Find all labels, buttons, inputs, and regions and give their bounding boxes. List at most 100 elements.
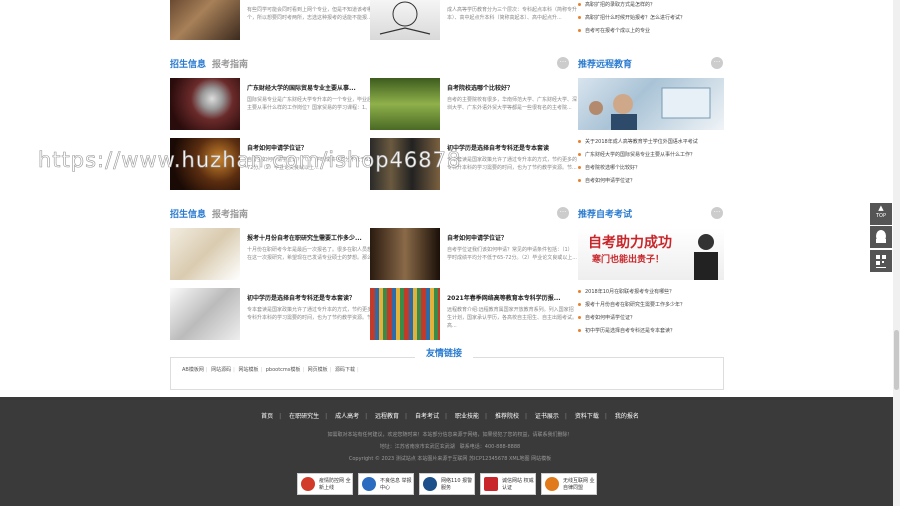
list-item[interactable]: 高职扩招什么时候开始报考？怎么进行考试？ bbox=[578, 12, 724, 25]
scrollbar[interactable] bbox=[893, 0, 900, 506]
online-class-banner[interactable] bbox=[578, 78, 724, 130]
books-thumb[interactable] bbox=[370, 288, 440, 340]
article-thumb[interactable] bbox=[170, 0, 240, 40]
scroll-thumb[interactable] bbox=[894, 330, 899, 390]
footer-contact: 地址：江苏省南京市玄武区玄武湖 联系电话：400-888-8888 bbox=[379, 444, 521, 450]
report-icon bbox=[362, 477, 376, 491]
study-thumb[interactable] bbox=[370, 228, 440, 280]
article-desc: 自考学位证我们该如何申请？常见的申请条件包括：（1）学时成绩平均分不低于65-7… bbox=[447, 247, 577, 261]
more-icon[interactable]: ··· bbox=[711, 57, 723, 69]
self-exam-banner[interactable]: 自考助力成功 寒门也能出贵子！ bbox=[578, 228, 724, 280]
footer-link[interactable]: 首页 bbox=[261, 413, 273, 420]
links-row: AB模板网 | 网站源码 | 网站模板 | pbootcms模板 | 网页模板 | 源码下… bbox=[182, 367, 359, 373]
qrcode-button[interactable] bbox=[870, 250, 892, 272]
badge-epidemic[interactable]: 疫情防控网 全新上线 bbox=[297, 473, 353, 495]
friend-link[interactable]: 网页模板 bbox=[308, 367, 328, 373]
watermark-text: https://www.huzhan.com/ishop46878 bbox=[38, 148, 462, 173]
article-desc: 远程教育介绍:远程教育属国家开放教育系列。列入国家招生计划，国家承认学历，各高校… bbox=[447, 307, 577, 329]
badge-report[interactable]: 不良信息 举报中心 bbox=[358, 473, 414, 495]
list-item[interactable]: 广东财经大学的国际贸易专业主要从事什么工作？ bbox=[578, 149, 724, 162]
glasses-thumb[interactable] bbox=[170, 228, 240, 280]
tab-guide[interactable]: 报考指南 bbox=[212, 210, 248, 220]
links-title: 友情链接 bbox=[415, 346, 473, 359]
badge-police[interactable]: 网络110 报警服务 bbox=[419, 473, 475, 495]
article-desc: 成人高等学历教育分为三个层次：专科起点本科（简称专升本）、高中起点升本科（简称高… bbox=[447, 7, 577, 21]
right-title-text[interactable]: 推荐远程教育 bbox=[578, 60, 632, 70]
list-item[interactable]: 初中学历是选择自考专科还是专本套读？ bbox=[578, 325, 724, 338]
list-item[interactable]: 自考可在报考个成以上的专业 bbox=[578, 25, 724, 38]
badge-label: 疫情防控网 全新上线 bbox=[319, 478, 351, 491]
article-title[interactable]: 自考如何申请学位证？ bbox=[447, 233, 579, 242]
footer-notice: 如需取对本站有任何建议，欢迎您随时来！本站部分信息来源于网络，如果侵犯了您的权益… bbox=[327, 432, 573, 438]
qq-button[interactable] bbox=[870, 226, 892, 248]
banner-subline: 寒门也能出贵子！ bbox=[592, 255, 665, 265]
friend-link[interactable]: pbootcms模板 bbox=[266, 367, 301, 373]
footer-link[interactable]: 职业技能 bbox=[455, 413, 479, 420]
article-title[interactable]: 2021年春季网络高等教育本专科学历报... bbox=[447, 293, 579, 302]
footer-link[interactable]: 自考考试 bbox=[415, 413, 439, 420]
friend-link[interactable]: 网站模板 bbox=[238, 367, 258, 373]
qq-icon bbox=[876, 230, 886, 243]
friend-link[interactable]: 网站源码 bbox=[211, 367, 231, 373]
right-section-title: 推荐自考考试 bbox=[578, 207, 632, 220]
list-item[interactable]: 报考十月份自考在职研究生需要工作多少年？ bbox=[578, 299, 724, 312]
remote-edu-list: 关于2018年成人高等教育学士学位外国语水平考试 广东财经大学的国际贸易专业主要… bbox=[578, 136, 724, 188]
list-item[interactable]: 2018年10月在职联考报考专业有哪些？ bbox=[578, 286, 724, 299]
section-tabs: 招生信息 报考指南 bbox=[170, 57, 248, 70]
page: { "watermark": "https://www.huzhan.com/i… bbox=[0, 0, 900, 506]
article-desc: 有些同学可能会同时看到上网个专业，但是不知道该考哪个，所以想要同时考两所，志选这… bbox=[247, 7, 373, 21]
classroom-icon bbox=[589, 87, 711, 130]
back-to-top-button[interactable]: ▲ TOP bbox=[870, 203, 892, 225]
footer: 首页 | 在职研究生 | 成人高考 | 远程教育 | 自考考试 | 职业技能 | 推荐院校 |… bbox=[0, 397, 900, 506]
article-title[interactable]: 报考十月份自考在职研究生需要工作多少... bbox=[247, 233, 379, 242]
links-box bbox=[170, 357, 724, 390]
footer-link[interactable]: 在职研究生 bbox=[289, 413, 319, 420]
more-icon[interactable]: ··· bbox=[557, 57, 569, 69]
badge-trust[interactable]: 诚信网站 权威认证 bbox=[480, 473, 536, 495]
notebook-thumb[interactable] bbox=[170, 288, 240, 340]
emblem-icon bbox=[301, 477, 315, 491]
more-icon[interactable]: ··· bbox=[711, 207, 723, 219]
tab-admission[interactable]: 招生信息 bbox=[170, 210, 206, 220]
article-title[interactable]: 初中学历是选择自考专科还是专本套读 bbox=[447, 143, 579, 152]
article-desc: 国际贸易专业是广东财经大学专升本的一个专业，毕业后就主要从事什么样的工作岗位？国… bbox=[247, 97, 377, 111]
badge-label: 诚信网站 权威认证 bbox=[502, 478, 534, 491]
footer-link[interactable]: 远程教育 bbox=[375, 413, 399, 420]
list-item[interactable]: 自考如何申请学位证？ bbox=[578, 312, 724, 325]
footer-nav: 首页 | 在职研究生 | 成人高考 | 远程教育 | 自考考试 | 职业技能 | 推荐院校 |… bbox=[261, 413, 639, 420]
footer-copyright: Copyright © 2023 测试站点 本站图片来源于互联网 苏ICP123… bbox=[348, 456, 552, 462]
qrcode-icon bbox=[876, 255, 886, 268]
forest-thumb[interactable] bbox=[370, 78, 440, 130]
article-title[interactable]: 广东财经大学的国际贸易专业主要从事... bbox=[247, 83, 379, 92]
tab-admission[interactable]: 招生信息 bbox=[170, 60, 206, 70]
list-item[interactable]: 高职扩招的录取方式是怎样的？ bbox=[578, 0, 724, 12]
right-section-title: 推荐远程教育 bbox=[578, 57, 632, 70]
more-icon[interactable]: ··· bbox=[557, 207, 569, 219]
friend-link[interactable]: AB模板网 bbox=[182, 367, 204, 373]
section-tabs: 招生信息 报考指南 bbox=[170, 207, 248, 220]
badge-wireless[interactable]: 无线互联网 业自律同盟 bbox=[541, 473, 597, 495]
article-desc: 专本套读是国家政策允许了通过专升本的方式，节约更多的专科升本科的学习需要的时间，… bbox=[247, 307, 377, 321]
badge-label: 网络110 报警服务 bbox=[441, 478, 473, 491]
trust-icon bbox=[484, 477, 498, 491]
footer-link[interactable]: 资料下载 bbox=[575, 413, 599, 420]
friend-link[interactable]: 源码下载 bbox=[335, 367, 355, 373]
article-thumb[interactable] bbox=[370, 0, 440, 40]
laptop-thumb[interactable] bbox=[170, 78, 240, 130]
footer-link[interactable]: 证书展示 bbox=[535, 413, 559, 420]
list-item[interactable]: 关于2018年成人高等教育学士学位外国语水平考试 bbox=[578, 136, 724, 149]
article-title[interactable]: 初中学历是选择自考专科还是专本套读？ bbox=[247, 293, 379, 302]
article-desc: 十月份在职研考今年是最后一次报名了。很多在职人员想要在这一次报研究，希望现在已发… bbox=[247, 247, 377, 261]
book-sketch-icon bbox=[379, 1, 431, 35]
article-title[interactable]: 自考院校选哪个比较好？ bbox=[447, 83, 579, 92]
footer-link[interactable]: 成人高考 bbox=[335, 413, 359, 420]
footer-link[interactable]: 我的报名 bbox=[615, 413, 639, 420]
person-icon bbox=[694, 234, 718, 280]
footer-link[interactable]: 推荐院校 bbox=[495, 413, 519, 420]
article-desc: 专本套读是国家政策允许了通过专升本的方式，节约更多的专科升本科的学习需要的时间，… bbox=[447, 157, 577, 171]
right-title-text[interactable]: 推荐自考考试 bbox=[578, 210, 632, 220]
tab-guide[interactable]: 报考指南 bbox=[212, 60, 248, 70]
list-item[interactable]: 自考院校选哪个比较好？ bbox=[578, 162, 724, 175]
banner-headline: 自考助力成功 bbox=[588, 235, 672, 251]
list-item[interactable]: 自考如何申请学位证？ bbox=[578, 175, 724, 188]
